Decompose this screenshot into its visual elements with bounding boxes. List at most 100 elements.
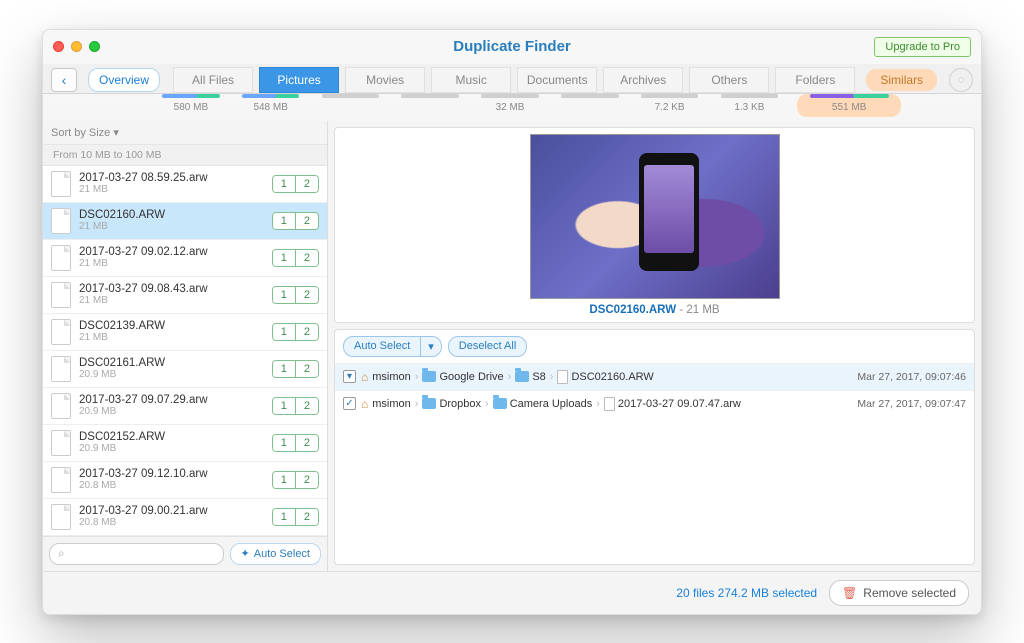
badge-one[interactable]: 1 bbox=[273, 361, 295, 377]
file-meta: 2017-03-27 08.59.25.arw21 MB bbox=[79, 172, 264, 195]
list-item[interactable]: DSC02152.ARW20.9 MB 12 bbox=[43, 425, 327, 462]
badge-one[interactable]: 1 bbox=[273, 398, 295, 414]
tab-movies[interactable]: Movies bbox=[345, 67, 425, 93]
auto-select-main[interactable]: Auto Select bbox=[344, 337, 420, 356]
file-icon bbox=[51, 171, 71, 197]
badge-two[interactable]: 2 bbox=[295, 250, 318, 266]
tab-others[interactable]: Others bbox=[689, 67, 769, 93]
badge-two[interactable]: 2 bbox=[295, 324, 318, 340]
badge-two[interactable]: 2 bbox=[295, 213, 318, 229]
tab-music[interactable]: Music bbox=[431, 67, 511, 93]
crumb[interactable]: msimon bbox=[372, 398, 411, 410]
duplicate-count-badge[interactable]: 12 bbox=[272, 212, 319, 230]
list-item[interactable]: 2017-03-27 09.02.12.arw21 MB12 bbox=[43, 240, 327, 277]
list-item[interactable]: 2017-03-27 09.12.10.arw20.8 MB 12 bbox=[43, 462, 327, 499]
chevron-down-icon: ▾ bbox=[113, 127, 119, 139]
tab-folders[interactable]: Folders bbox=[775, 67, 855, 93]
auto-select-button[interactable]: ✦ Auto Select bbox=[230, 543, 321, 565]
size-pictures: 548 MB bbox=[253, 102, 287, 113]
badge-one[interactable]: 1 bbox=[273, 324, 295, 340]
duplicate-count-badge[interactable]: 12 bbox=[272, 471, 319, 489]
badge-two[interactable]: 2 bbox=[295, 472, 318, 488]
badge-one[interactable]: 1 bbox=[273, 509, 295, 525]
tab-pictures[interactable]: Pictures bbox=[259, 67, 339, 93]
deselect-all-button[interactable]: Deselect All bbox=[448, 336, 527, 357]
duplicate-count-badge[interactable]: 12 bbox=[272, 434, 319, 452]
wand-icon: ✦ bbox=[241, 547, 250, 560]
checkbox[interactable]: ✓ bbox=[343, 397, 356, 410]
duplicate-count-badge[interactable]: 12 bbox=[272, 249, 319, 267]
search-field[interactable] bbox=[69, 548, 215, 560]
list-item[interactable]: 2017-03-27 09.08.43.arw21 MB12 bbox=[43, 277, 327, 314]
badge-one[interactable]: 1 bbox=[273, 250, 295, 266]
crumb[interactable]: Google Drive bbox=[422, 371, 503, 383]
duplicate-count-badge[interactable]: 12 bbox=[272, 323, 319, 341]
list-footer: ⌕ ✦ Auto Select bbox=[43, 536, 327, 571]
selection-status: 20 files 274.2 MB selected bbox=[676, 586, 817, 600]
badge-one[interactable]: 1 bbox=[273, 213, 295, 229]
crumb-file[interactable]: 2017-03-27 09.07.47.arw bbox=[604, 397, 741, 411]
badge-two[interactable]: 2 bbox=[295, 435, 318, 451]
file-size: 21 MB bbox=[79, 184, 264, 195]
file-icon bbox=[51, 393, 71, 419]
file-size: 21 MB bbox=[79, 332, 264, 343]
duplicates-panel: Auto Select ▾ Deselect All ▾⌂msimon›Goog… bbox=[334, 329, 975, 565]
file-list[interactable]: 2017-03-27 08.59.25.arw21 MB12DSC02160.A… bbox=[43, 166, 327, 536]
duplicate-count-badge[interactable]: 12 bbox=[272, 360, 319, 378]
duplicates-toolbar: Auto Select ▾ Deselect All bbox=[335, 330, 974, 363]
badge-two[interactable]: 2 bbox=[295, 361, 318, 377]
file-meta: DSC02152.ARW20.9 MB bbox=[79, 431, 264, 454]
list-item[interactable]: DSC02161.ARW20.9 MB12 bbox=[43, 351, 327, 388]
badge-two[interactable]: 2 bbox=[295, 176, 318, 192]
badge-one[interactable]: 1 bbox=[273, 435, 295, 451]
auto-select-split-button[interactable]: Auto Select ▾ bbox=[343, 336, 442, 357]
size-similars: 551 MB bbox=[832, 102, 866, 113]
path-row[interactable]: ▾⌂msimon›Google Drive›S8›DSC02160.ARWMar… bbox=[335, 363, 974, 390]
remove-selected-button[interactable]: 🗑 Remove selected bbox=[829, 580, 969, 606]
tab-archives[interactable]: Archives bbox=[603, 67, 683, 93]
file-name: DSC02160.ARW bbox=[79, 209, 264, 221]
tab-similars[interactable]: Similars bbox=[866, 69, 937, 91]
rss-icon[interactable]: ◌ bbox=[949, 68, 973, 92]
list-item[interactable]: DSC02139.ARW21 MB12 bbox=[43, 314, 327, 351]
breadcrumb: ⌂msimon›Dropbox›Camera Uploads›2017-03-2… bbox=[361, 397, 852, 411]
list-item[interactable]: 2017-03-27 08.59.25.arw21 MB 12 bbox=[43, 166, 327, 203]
file-name: 2017-03-27 09.08.43.arw bbox=[79, 283, 264, 295]
crumb[interactable]: Dropbox bbox=[422, 398, 481, 410]
duplicate-count-badge[interactable]: 12 bbox=[272, 397, 319, 415]
list-item[interactable]: 2017-03-27 09.00.21.arw20.8 MB 12 bbox=[43, 499, 327, 536]
badge-one[interactable]: 1 bbox=[273, 176, 295, 192]
size-folders: 1.3 KB bbox=[734, 102, 764, 113]
tab-overview[interactable]: Overview bbox=[88, 68, 160, 92]
duplicate-count-badge[interactable]: 12 bbox=[272, 508, 319, 526]
badge-one[interactable]: 1 bbox=[273, 472, 295, 488]
sort-dropdown[interactable]: Sort by Size ▾ bbox=[43, 121, 327, 145]
badge-two[interactable]: 2 bbox=[295, 509, 318, 525]
file-size: 20.8 MB bbox=[79, 480, 264, 491]
file-meta: 2017-03-27 09.12.10.arw20.8 MB bbox=[79, 468, 264, 491]
crumb[interactable]: Camera Uploads bbox=[493, 398, 593, 410]
file-size: 21 MB bbox=[79, 258, 264, 269]
crumb[interactable]: msimon bbox=[372, 371, 411, 383]
detail-pane: DSC02160.ARW - 21 MB Auto Select ▾ Desel… bbox=[328, 121, 981, 571]
file-meta: 2017-03-27 09.00.21.arw20.8 MB bbox=[79, 505, 264, 528]
page-title: Duplicate Finder bbox=[43, 38, 981, 55]
duplicate-count-badge[interactable]: 12 bbox=[272, 175, 319, 193]
badge-one[interactable]: 1 bbox=[273, 287, 295, 303]
chevron-down-icon[interactable]: ▾ bbox=[420, 337, 441, 356]
badge-two[interactable]: 2 bbox=[295, 398, 318, 414]
crumb[interactable]: S8 bbox=[515, 371, 545, 383]
back-button[interactable]: ‹ bbox=[51, 68, 77, 92]
file-date: Mar 27, 2017, 09:07:46 bbox=[857, 371, 966, 383]
search-input[interactable]: ⌕ bbox=[49, 543, 224, 565]
checkbox[interactable]: ▾ bbox=[343, 370, 356, 383]
crumb-file[interactable]: DSC02160.ARW bbox=[557, 370, 653, 384]
tab-all-files[interactable]: All Files bbox=[173, 67, 253, 93]
tab-documents[interactable]: Documents bbox=[517, 67, 597, 93]
duplicate-count-badge[interactable]: 12 bbox=[272, 286, 319, 304]
file-icon bbox=[604, 397, 615, 411]
list-item[interactable]: DSC02160.ARW21 MB12 bbox=[43, 203, 327, 240]
path-row[interactable]: ✓ ⌂msimon›Dropbox›Camera Uploads›2017-03-… bbox=[335, 390, 974, 417]
badge-two[interactable]: 2 bbox=[295, 287, 318, 303]
list-item[interactable]: 2017-03-27 09.07.29.arw20.9 MB12 bbox=[43, 388, 327, 425]
